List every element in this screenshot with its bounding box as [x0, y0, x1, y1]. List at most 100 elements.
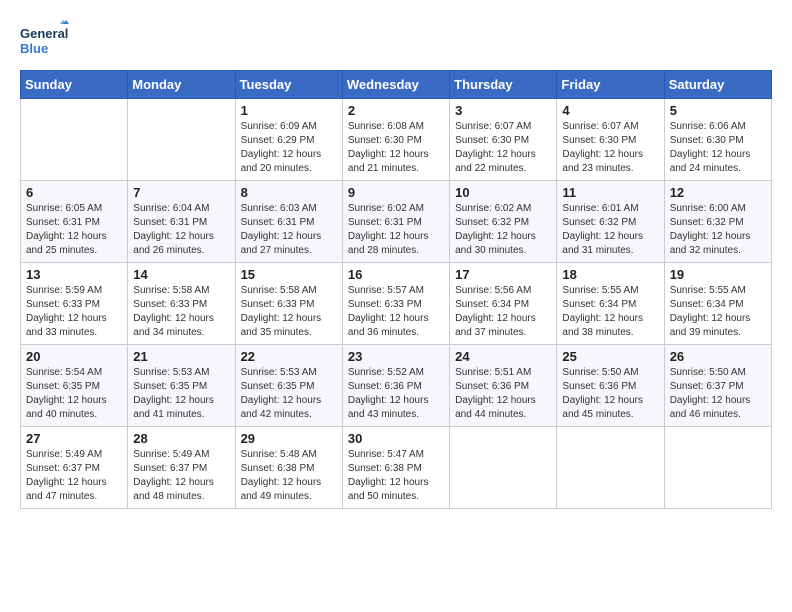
weekday-header-saturday: Saturday: [664, 71, 771, 99]
day-detail: Sunrise: 5:49 AM Sunset: 6:37 PM Dayligh…: [26, 448, 122, 504]
day-number: 16: [348, 267, 444, 282]
day-detail: Sunrise: 5:50 AM Sunset: 6:37 PM Dayligh…: [670, 366, 766, 422]
calendar-cell: [557, 427, 664, 509]
day-number: 3: [455, 103, 551, 118]
calendar-cell: 6 Sunrise: 6:05 AM Sunset: 6:31 PM Daylig…: [21, 181, 128, 263]
calendar-week-1: 1Sunrise: 6:09 AM Sunset: 6:29 PM Daylig…: [21, 99, 772, 181]
day-number: 7: [133, 185, 229, 200]
day-number: 23: [348, 349, 444, 364]
day-number: 8: [241, 185, 337, 200]
day-number: 9: [348, 185, 444, 200]
day-number: 17: [455, 267, 551, 282]
day-detail: Sunrise: 6:05 AM Sunset: 6:31 PM Dayligh…: [26, 202, 122, 258]
calendar-cell: 1Sunrise: 6:09 AM Sunset: 6:29 PM Daylig…: [235, 99, 342, 181]
calendar-cell: 12 Sunrise: 6:00 AM Sunset: 6:32 PM Dayli…: [664, 181, 771, 263]
day-number: 24: [455, 349, 551, 364]
day-detail: Sunrise: 5:53 AM Sunset: 6:35 PM Dayligh…: [133, 366, 229, 422]
day-number: 27: [26, 431, 122, 446]
weekday-header-tuesday: Tuesday: [235, 71, 342, 99]
svg-text:Blue: Blue: [20, 41, 48, 56]
day-number: 5: [670, 103, 766, 118]
logo-svg: General Blue: [20, 20, 70, 60]
day-detail: Sunrise: 6:01 AM Sunset: 6:32 PM Dayligh…: [562, 202, 658, 258]
day-detail: Sunrise: 6:06 AM Sunset: 6:30 PM Dayligh…: [670, 120, 766, 176]
day-number: 29: [241, 431, 337, 446]
day-number: 19: [670, 267, 766, 282]
day-detail: Sunrise: 6:03 AM Sunset: 6:31 PM Dayligh…: [241, 202, 337, 258]
day-detail: Sunrise: 5:48 AM Sunset: 6:38 PM Dayligh…: [241, 448, 337, 504]
calendar-cell: 13 Sunrise: 5:59 AM Sunset: 6:33 PM Dayli…: [21, 263, 128, 345]
calendar-cell: 23 Sunrise: 5:52 AM Sunset: 6:36 PM Dayli…: [342, 345, 449, 427]
svg-text:General: General: [20, 26, 68, 41]
calendar-header-row: SundayMondayTuesdayWednesdayThursdayFrid…: [21, 71, 772, 99]
calendar-cell: 22Sunrise: 5:53 AM Sunset: 6:35 PM Dayli…: [235, 345, 342, 427]
weekday-header-monday: Monday: [128, 71, 235, 99]
day-number: 6: [26, 185, 122, 200]
calendar-cell: [128, 99, 235, 181]
calendar-week-3: 13 Sunrise: 5:59 AM Sunset: 6:33 PM Dayli…: [21, 263, 772, 345]
day-detail: Sunrise: 6:08 AM Sunset: 6:30 PM Dayligh…: [348, 120, 444, 176]
calendar-cell: 29 Sunrise: 5:48 AM Sunset: 6:38 PM Dayli…: [235, 427, 342, 509]
day-number: 25: [562, 349, 658, 364]
weekday-header-wednesday: Wednesday: [342, 71, 449, 99]
calendar-week-5: 27 Sunrise: 5:49 AM Sunset: 6:37 PM Dayli…: [21, 427, 772, 509]
day-detail: Sunrise: 5:55 AM Sunset: 6:34 PM Dayligh…: [562, 284, 658, 340]
day-number: 15: [241, 267, 337, 282]
calendar-cell: 24Sunrise: 5:51 AM Sunset: 6:36 PM Dayli…: [450, 345, 557, 427]
calendar-cell: 14 Sunrise: 5:58 AM Sunset: 6:33 PM Dayli…: [128, 263, 235, 345]
day-detail: Sunrise: 5:58 AM Sunset: 6:33 PM Dayligh…: [133, 284, 229, 340]
day-detail: Sunrise: 5:57 AM Sunset: 6:33 PM Dayligh…: [348, 284, 444, 340]
day-detail: Sunrise: 6:07 AM Sunset: 6:30 PM Dayligh…: [455, 120, 551, 176]
calendar-cell: 10Sunrise: 6:02 AM Sunset: 6:32 PM Dayli…: [450, 181, 557, 263]
day-number: 2: [348, 103, 444, 118]
day-number: 20: [26, 349, 122, 364]
calendar-cell: 17Sunrise: 5:56 AM Sunset: 6:34 PM Dayli…: [450, 263, 557, 345]
day-detail: Sunrise: 5:50 AM Sunset: 6:36 PM Dayligh…: [562, 366, 658, 422]
day-detail: Sunrise: 5:47 AM Sunset: 6:38 PM Dayligh…: [348, 448, 444, 504]
day-detail: Sunrise: 5:52 AM Sunset: 6:36 PM Dayligh…: [348, 366, 444, 422]
weekday-header-friday: Friday: [557, 71, 664, 99]
day-detail: Sunrise: 6:04 AM Sunset: 6:31 PM Dayligh…: [133, 202, 229, 258]
calendar-cell: [450, 427, 557, 509]
calendar-cell: 11Sunrise: 6:01 AM Sunset: 6:32 PM Dayli…: [557, 181, 664, 263]
calendar-week-2: 6 Sunrise: 6:05 AM Sunset: 6:31 PM Daylig…: [21, 181, 772, 263]
calendar-cell: 15 Sunrise: 5:58 AM Sunset: 6:33 PM Dayli…: [235, 263, 342, 345]
calendar-cell: [21, 99, 128, 181]
day-number: 30: [348, 431, 444, 446]
calendar-cell: 7 Sunrise: 6:04 AM Sunset: 6:31 PM Daylig…: [128, 181, 235, 263]
day-detail: Sunrise: 6:02 AM Sunset: 6:32 PM Dayligh…: [455, 202, 551, 258]
day-detail: Sunrise: 6:00 AM Sunset: 6:32 PM Dayligh…: [670, 202, 766, 258]
day-number: 21: [133, 349, 229, 364]
calendar-table: SundayMondayTuesdayWednesdayThursdayFrid…: [20, 70, 772, 509]
calendar-cell: 4Sunrise: 6:07 AM Sunset: 6:30 PM Daylig…: [557, 99, 664, 181]
weekday-header-sunday: Sunday: [21, 71, 128, 99]
day-detail: Sunrise: 5:59 AM Sunset: 6:33 PM Dayligh…: [26, 284, 122, 340]
day-detail: Sunrise: 5:58 AM Sunset: 6:33 PM Dayligh…: [241, 284, 337, 340]
day-number: 22: [241, 349, 337, 364]
weekday-header-thursday: Thursday: [450, 71, 557, 99]
calendar-cell: 16 Sunrise: 5:57 AM Sunset: 6:33 PM Dayli…: [342, 263, 449, 345]
calendar-cell: 25 Sunrise: 5:50 AM Sunset: 6:36 PM Dayli…: [557, 345, 664, 427]
calendar-cell: 3 Sunrise: 6:07 AM Sunset: 6:30 PM Daylig…: [450, 99, 557, 181]
calendar-cell: 2 Sunrise: 6:08 AM Sunset: 6:30 PM Daylig…: [342, 99, 449, 181]
calendar-cell: 20 Sunrise: 5:54 AM Sunset: 6:35 PM Dayli…: [21, 345, 128, 427]
day-detail: Sunrise: 6:09 AM Sunset: 6:29 PM Dayligh…: [241, 120, 337, 176]
calendar-cell: 8 Sunrise: 6:03 AM Sunset: 6:31 PM Daylig…: [235, 181, 342, 263]
logo: General Blue: [20, 20, 70, 60]
day-number: 13: [26, 267, 122, 282]
calendar-cell: 19 Sunrise: 5:55 AM Sunset: 6:34 PM Dayli…: [664, 263, 771, 345]
day-detail: Sunrise: 6:07 AM Sunset: 6:30 PM Dayligh…: [562, 120, 658, 176]
day-detail: Sunrise: 6:02 AM Sunset: 6:31 PM Dayligh…: [348, 202, 444, 258]
day-number: 12: [670, 185, 766, 200]
calendar-cell: 5 Sunrise: 6:06 AM Sunset: 6:30 PM Daylig…: [664, 99, 771, 181]
calendar-cell: 26 Sunrise: 5:50 AM Sunset: 6:37 PM Dayli…: [664, 345, 771, 427]
calendar-cell: [664, 427, 771, 509]
day-number: 18: [562, 267, 658, 282]
day-number: 14: [133, 267, 229, 282]
calendar-cell: 27 Sunrise: 5:49 AM Sunset: 6:37 PM Dayli…: [21, 427, 128, 509]
day-detail: Sunrise: 5:55 AM Sunset: 6:34 PM Dayligh…: [670, 284, 766, 340]
calendar-cell: 21 Sunrise: 5:53 AM Sunset: 6:35 PM Dayli…: [128, 345, 235, 427]
day-detail: Sunrise: 5:49 AM Sunset: 6:37 PM Dayligh…: [133, 448, 229, 504]
day-number: 26: [670, 349, 766, 364]
day-detail: Sunrise: 5:54 AM Sunset: 6:35 PM Dayligh…: [26, 366, 122, 422]
